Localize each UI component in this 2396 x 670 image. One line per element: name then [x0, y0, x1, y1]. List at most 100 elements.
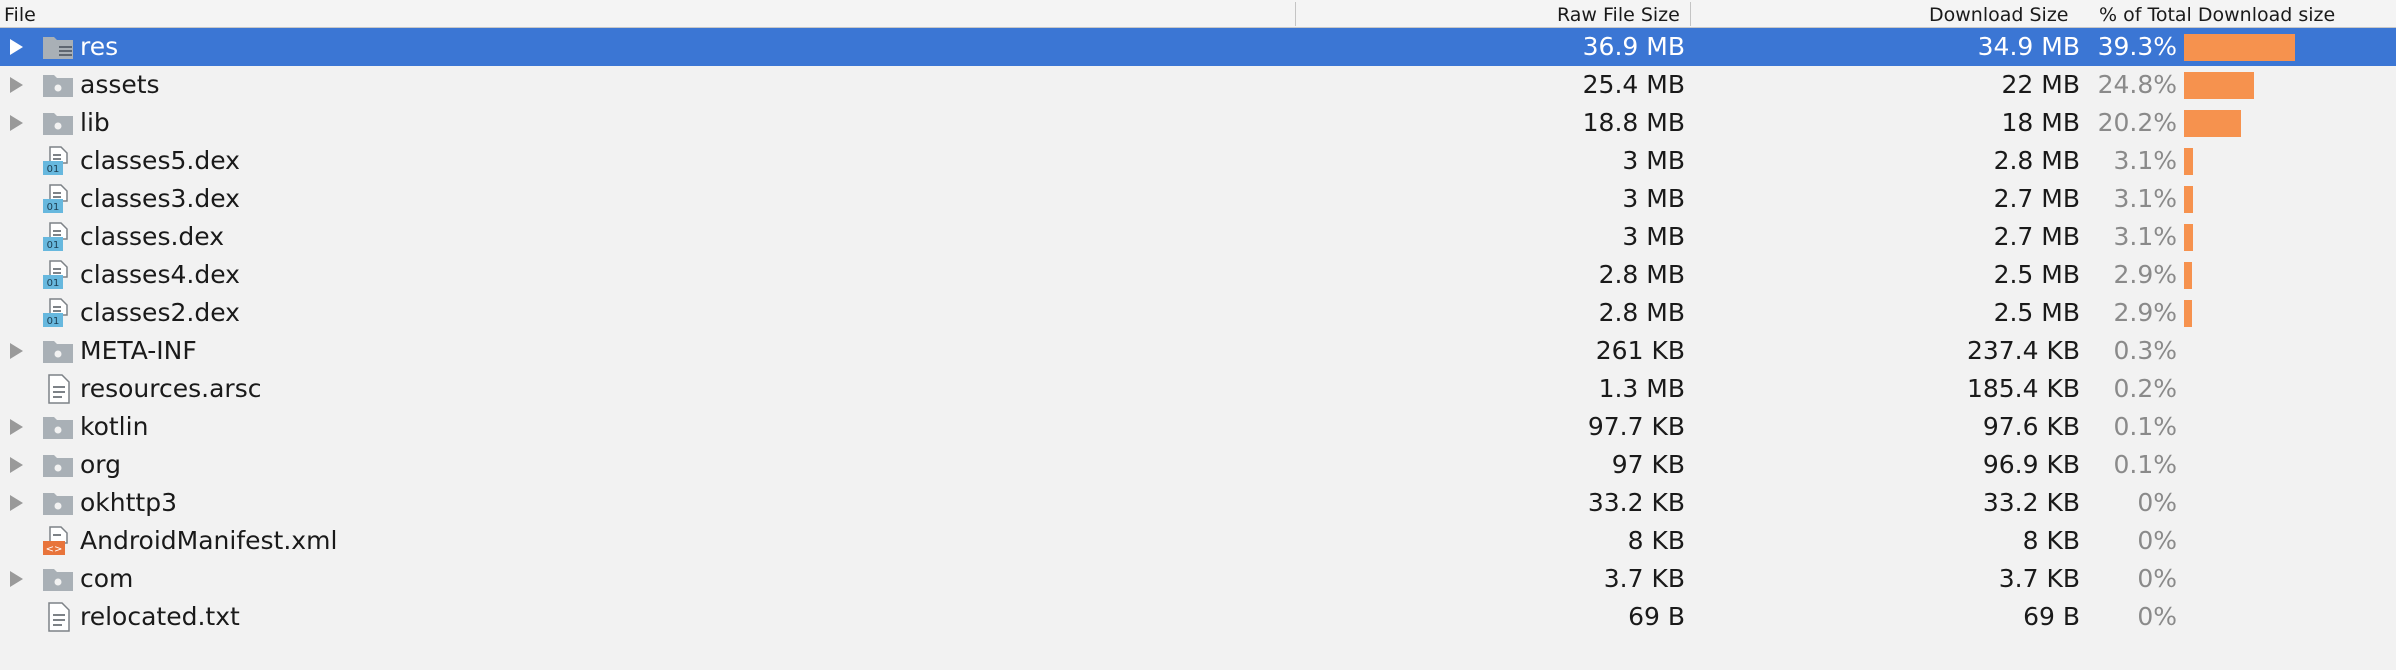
expand-arrow-icon[interactable]	[10, 495, 23, 511]
svg-text:01: 01	[47, 202, 60, 213]
download-size: 237.4 KB	[1966, 336, 2080, 365]
column-header-percent-download[interactable]: % of Total Download size	[2099, 0, 2335, 27]
raw-file-size: 69 B	[1628, 602, 1685, 631]
download-share-bar	[2184, 224, 2193, 251]
table-row[interactable]: lib 18.8 MB 18 MB 20.2%	[0, 104, 2396, 142]
expand-arrow-icon[interactable]	[10, 343, 23, 359]
file-name: classes3.dex	[80, 184, 240, 213]
file-name: res	[80, 32, 119, 61]
table-row[interactable]: 01 classes2.dex 2.8 MB 2.5 MB 2.9%	[0, 294, 2396, 332]
table-row[interactable]: 01 classes.dex 3 MB 2.7 MB 3.1%	[0, 218, 2396, 256]
raw-file-size: 97.7 KB	[1587, 412, 1685, 441]
download-share-bar	[2184, 110, 2241, 137]
raw-file-size: 25.4 MB	[1582, 70, 1685, 99]
folder-icon	[42, 564, 74, 594]
dex-file-icon: 01	[42, 298, 74, 328]
raw-file-size: 3 MB	[1622, 222, 1685, 251]
download-share-bar	[2184, 34, 2295, 61]
download-share-bar	[2184, 262, 2192, 289]
download-size: 2.5 MB	[1993, 298, 2080, 327]
download-share-bar	[2184, 300, 2192, 327]
download-size: 22 MB	[2001, 70, 2080, 99]
column-header-raw-size[interactable]: Raw File Size	[1557, 0, 1680, 27]
raw-file-size: 2.8 MB	[1598, 298, 1685, 327]
file-name: com	[80, 564, 134, 593]
download-percent: 2.9%	[2113, 298, 2177, 327]
download-size: 2.7 MB	[1993, 222, 2080, 251]
expand-arrow-icon[interactable]	[10, 115, 23, 131]
download-size: 97.6 KB	[1982, 412, 2080, 441]
apk-analyzer-tree-table: File Raw File Size Download Size % of To…	[0, 0, 2396, 670]
table-row[interactable]: res 36.9 MB 34.9 MB 39.3%	[0, 28, 2396, 66]
file-icon	[42, 602, 74, 632]
download-percent: 0%	[2137, 564, 2177, 593]
table-row[interactable]: org 97 KB 96.9 KB 0.1%	[0, 446, 2396, 484]
raw-file-size: 2.8 MB	[1598, 260, 1685, 289]
raw-file-size: 33.2 KB	[1587, 488, 1685, 517]
download-percent: 0.1%	[2113, 450, 2177, 479]
folder-icon	[42, 336, 74, 366]
column-header-file[interactable]: File	[4, 0, 36, 27]
download-size: 2.5 MB	[1993, 260, 2080, 289]
dex-file-icon: 01	[42, 146, 74, 176]
file-name: classes2.dex	[80, 298, 240, 327]
file-name: META-INF	[80, 336, 197, 365]
table-row[interactable]: assets 25.4 MB 22 MB 24.8%	[0, 66, 2396, 104]
download-share-bar	[2184, 186, 2193, 213]
table-row[interactable]: 01 classes4.dex 2.8 MB 2.5 MB 2.9%	[0, 256, 2396, 294]
download-size: 33.2 KB	[1982, 488, 2080, 517]
folder-icon	[42, 70, 74, 100]
xml-file-icon: <>	[42, 526, 74, 556]
column-divider[interactable]	[1295, 2, 1296, 26]
download-percent: 0.1%	[2113, 412, 2177, 441]
table-row[interactable]: 01 classes3.dex 3 MB 2.7 MB 3.1%	[0, 180, 2396, 218]
expand-arrow-icon[interactable]	[10, 77, 23, 93]
svg-text:01: 01	[47, 240, 60, 251]
file-name: resources.arsc	[80, 374, 262, 403]
column-header-download-size[interactable]: Download Size	[1929, 0, 2069, 27]
download-size: 69 B	[2023, 602, 2080, 631]
raw-file-size: 3 MB	[1622, 146, 1685, 175]
download-size: 2.8 MB	[1993, 146, 2080, 175]
file-name: okhttp3	[80, 488, 177, 517]
column-divider[interactable]	[1690, 2, 1691, 26]
folder-icon	[42, 108, 74, 138]
download-percent: 0%	[2137, 602, 2177, 631]
download-size: 3.7 KB	[1998, 564, 2080, 593]
raw-file-size: 97 KB	[1611, 450, 1685, 479]
download-size: 18 MB	[2001, 108, 2080, 137]
download-size: 96.9 KB	[1982, 450, 2080, 479]
raw-file-size: 36.9 MB	[1582, 32, 1685, 61]
file-name: classes5.dex	[80, 146, 240, 175]
download-size: 34.9 MB	[1977, 32, 2080, 61]
folder-icon	[42, 450, 74, 480]
download-percent: 0%	[2137, 526, 2177, 555]
download-size: 2.7 MB	[1993, 184, 2080, 213]
expand-arrow-icon[interactable]	[10, 419, 23, 435]
download-size: 185.4 KB	[1966, 374, 2080, 403]
file-name: org	[80, 450, 122, 479]
table-row[interactable]: kotlin 97.7 KB 97.6 KB 0.1%	[0, 408, 2396, 446]
table-row[interactable]: resources.arsc 1.3 MB 185.4 KB 0.2%	[0, 370, 2396, 408]
table-row[interactable]: com 3.7 KB 3.7 KB 0%	[0, 560, 2396, 598]
download-size: 8 KB	[2022, 526, 2080, 555]
download-percent: 3.1%	[2113, 184, 2177, 213]
folder-res-icon	[42, 32, 74, 62]
raw-file-size: 261 KB	[1595, 336, 1685, 365]
table-row[interactable]: okhttp3 33.2 KB 33.2 KB 0%	[0, 484, 2396, 522]
download-percent: 3.1%	[2113, 222, 2177, 251]
table-row[interactable]: 01 classes5.dex 3 MB 2.8 MB 3.1%	[0, 142, 2396, 180]
file-name: AndroidManifest.xml	[80, 526, 338, 555]
file-name: lib	[80, 108, 110, 137]
table-row[interactable]: <> AndroidManifest.xml 8 KB 8 KB 0%	[0, 522, 2396, 560]
table-row[interactable]: META-INF 261 KB 237.4 KB 0.3%	[0, 332, 2396, 370]
file-name: classes.dex	[80, 222, 225, 251]
raw-file-size: 1.3 MB	[1598, 374, 1685, 403]
download-percent: 0.3%	[2113, 336, 2177, 365]
svg-text:01: 01	[47, 164, 60, 175]
expand-arrow-icon[interactable]	[10, 457, 23, 473]
download-percent: 39.3%	[2097, 32, 2177, 61]
expand-arrow-icon[interactable]	[10, 571, 23, 587]
expand-arrow-icon[interactable]	[10, 39, 23, 55]
table-row[interactable]: relocated.txt 69 B 69 B 0%	[0, 598, 2396, 636]
